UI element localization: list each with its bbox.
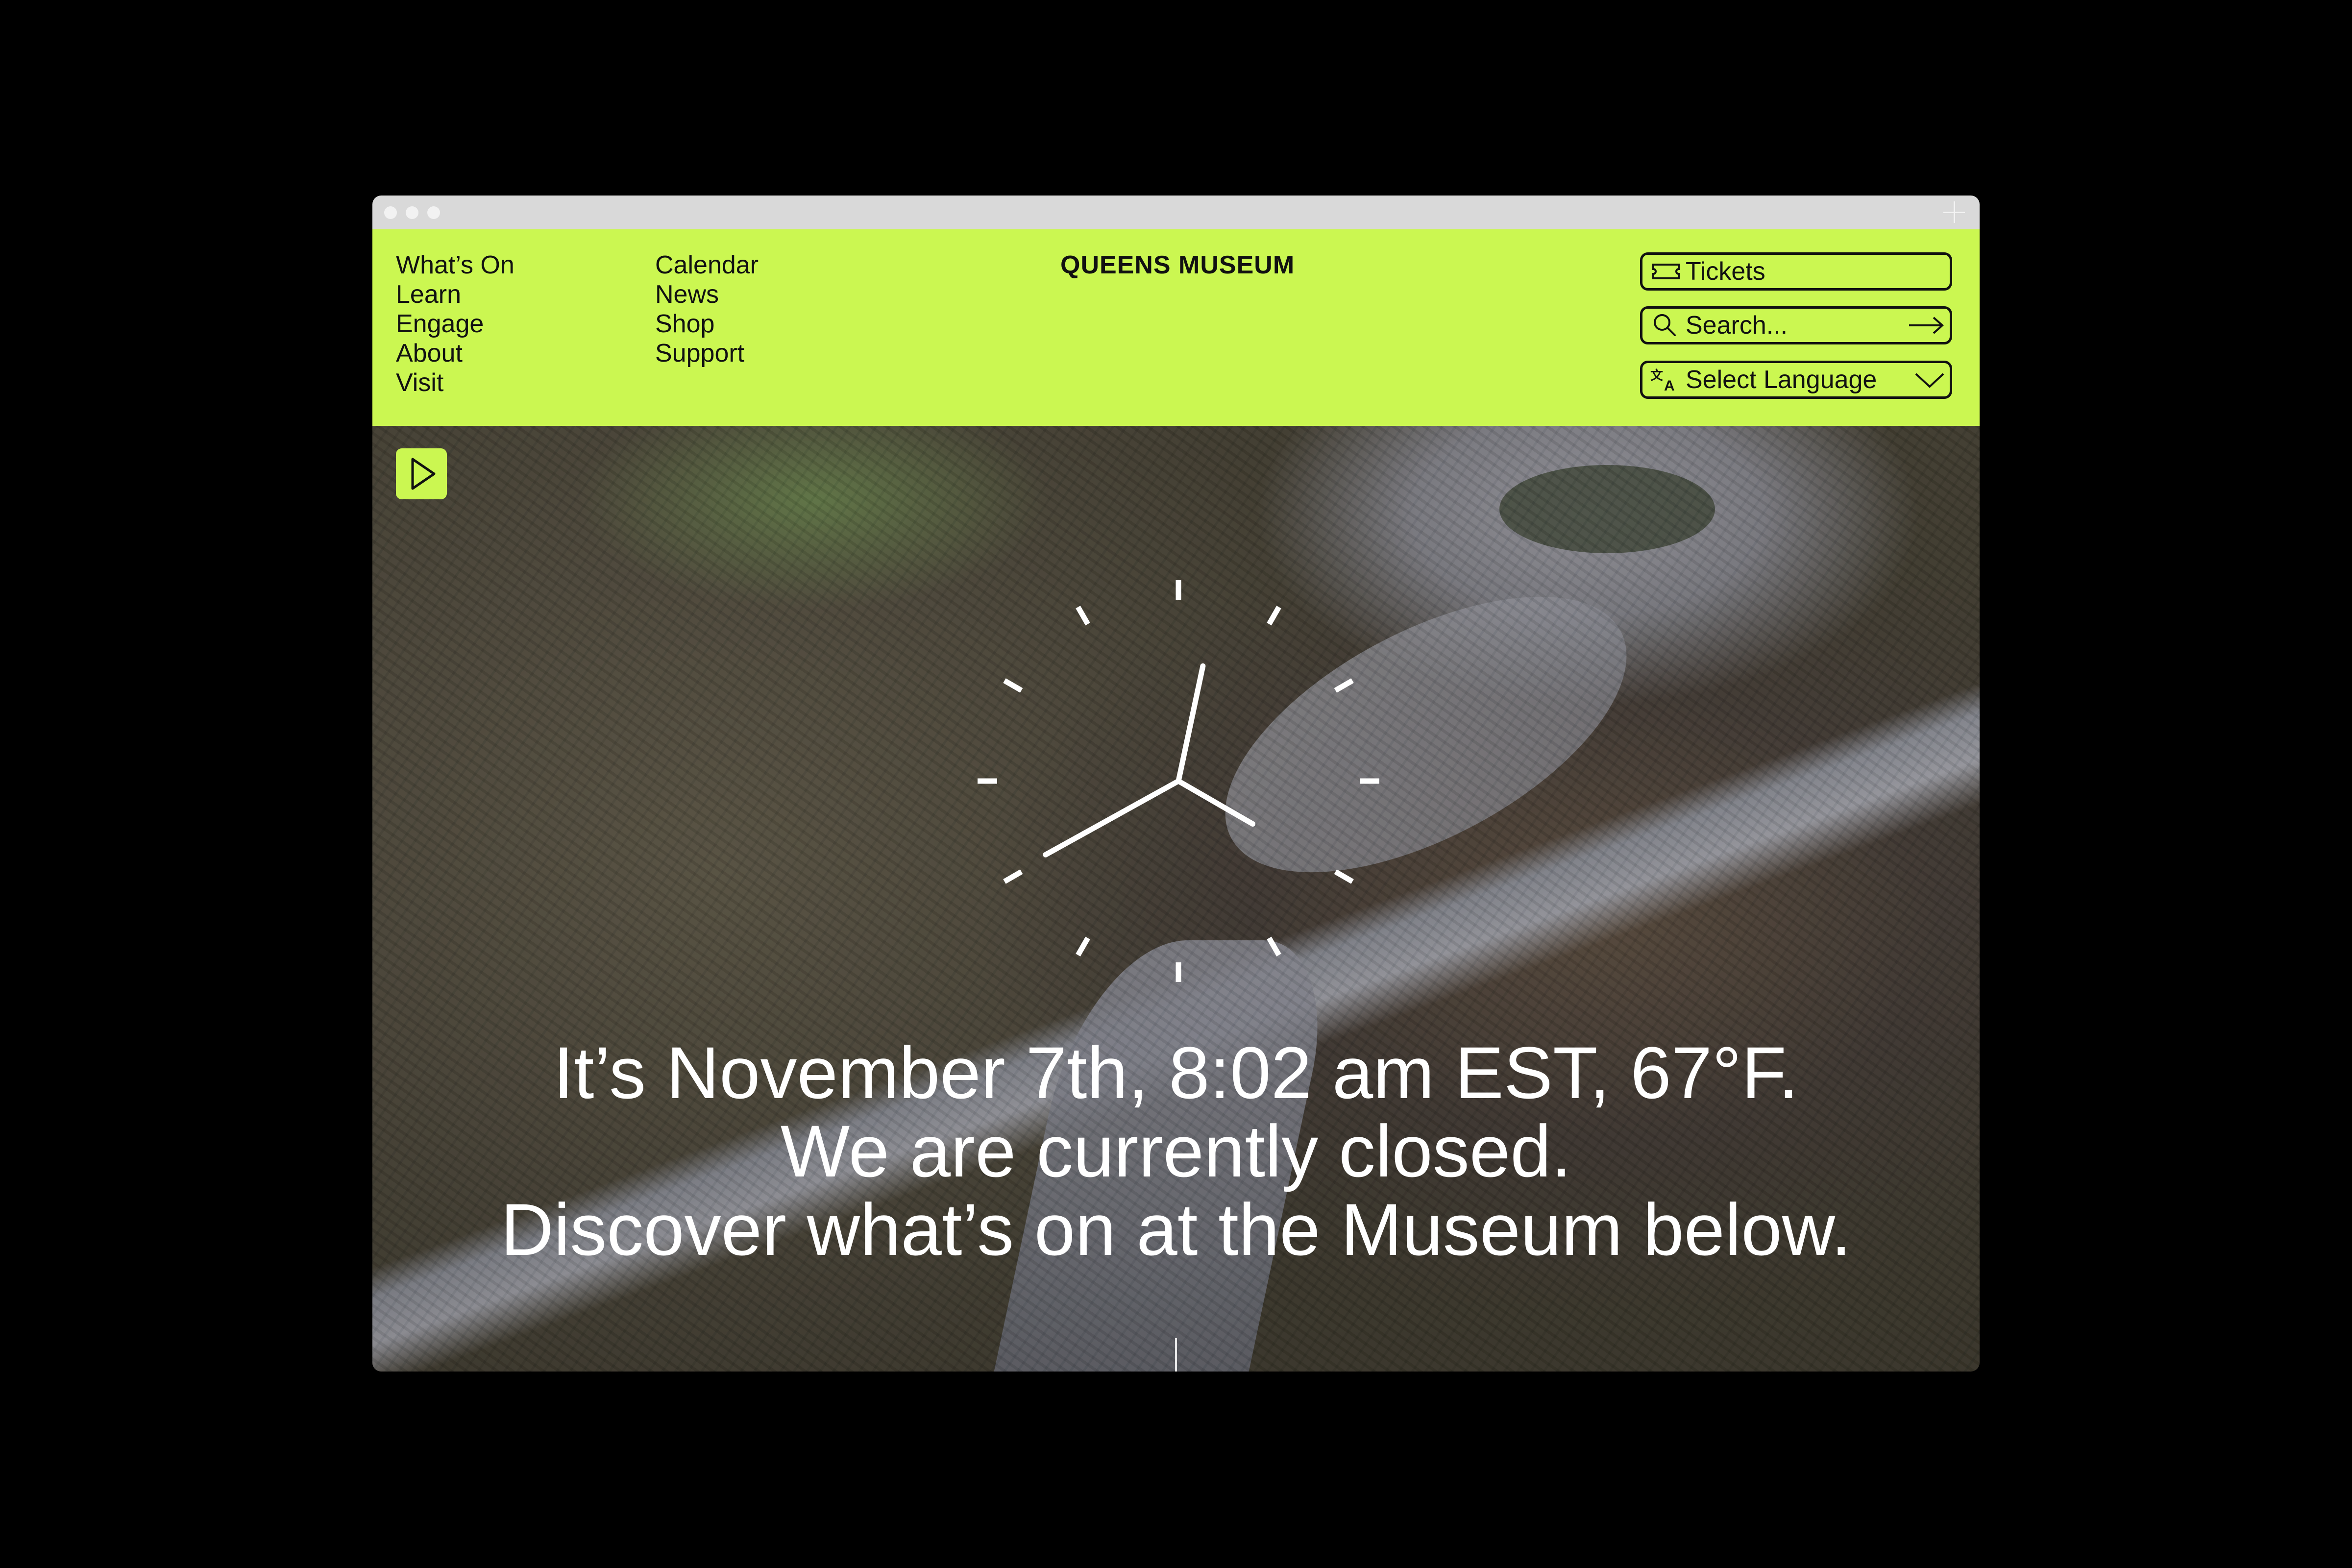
scroll-indicator[interactable] (1175, 1338, 1177, 1372)
clock-tick (1334, 869, 1354, 884)
nav-link-engage[interactable]: Engage (396, 309, 514, 339)
browser-window: What’s On Learn Engage About Visit Calen… (372, 196, 1980, 1372)
arrow-right-icon[interactable] (1908, 316, 1945, 335)
language-select[interactable]: 文 A Select Language (1640, 361, 1952, 399)
analog-clock (978, 580, 1379, 982)
svg-text:文: 文 (1650, 368, 1664, 383)
nav-link-about[interactable]: About (396, 339, 514, 368)
clock-tick (1267, 606, 1281, 626)
search-field[interactable]: Search... (1640, 306, 1952, 344)
hero-message: It’s November 7th, 8:02 am EST, 67°F. We… (372, 1033, 1980, 1269)
nav-link-shop[interactable]: Shop (655, 309, 759, 339)
hero-section: It’s November 7th, 8:02 am EST, 67°F. We… (372, 426, 1980, 1372)
nav-link-support[interactable]: Support (655, 339, 759, 368)
tickets-label: Tickets (1686, 257, 1765, 286)
play-icon (411, 458, 436, 490)
nav-link-news[interactable]: News (655, 280, 759, 309)
clock-tick (1267, 936, 1281, 956)
site-header: What’s On Learn Engage About Visit Calen… (372, 229, 1980, 426)
nav-link-calendar[interactable]: Calendar (655, 250, 759, 280)
plus-icon[interactable] (1943, 201, 1965, 223)
chevron-down-icon (1915, 373, 1944, 388)
clock-tick (1076, 936, 1090, 956)
clock-minute-hand (1176, 663, 1206, 784)
clock-tick (1003, 678, 1023, 693)
ticket-icon (1652, 264, 1680, 279)
secondary-nav: Calendar News Shop Support (655, 250, 759, 368)
tickets-button[interactable]: Tickets (1640, 252, 1952, 291)
hero-message-line-status: We are currently closed. (780, 1110, 1572, 1192)
svg-text:A: A (1664, 378, 1675, 392)
play-video-button[interactable] (396, 448, 447, 499)
clock-second-hand (1176, 778, 1256, 827)
hero-message-line-date: It’s November 7th, 8:02 am EST, 67°F. (553, 1031, 1799, 1114)
nav-link-whats-on[interactable]: What’s On (396, 250, 514, 280)
clock-tick (1334, 678, 1354, 693)
clock-hour-hand (1043, 778, 1181, 858)
hero-message-line-cta: Discover what’s on at the Museum below. (500, 1188, 1852, 1271)
site-logo[interactable]: QUEENS MUSEUM (1060, 250, 1295, 280)
browser-titlebar (372, 196, 1980, 229)
nav-link-visit[interactable]: Visit (396, 368, 514, 397)
language-label: Select Language (1686, 366, 1877, 394)
primary-nav: What’s On Learn Engage About Visit (396, 250, 514, 397)
search-icon (1654, 314, 1676, 336)
clock-tick (1003, 869, 1023, 884)
nav-link-learn[interactable]: Learn (396, 280, 514, 309)
translate-icon: 文 A (1650, 368, 1675, 392)
window-close-button[interactable] (384, 206, 397, 219)
window-minimize-button[interactable] (406, 206, 418, 219)
window-maximize-button[interactable] (427, 206, 440, 219)
clock-tick (1076, 606, 1090, 626)
search-input[interactable]: Search... (1686, 309, 1788, 342)
